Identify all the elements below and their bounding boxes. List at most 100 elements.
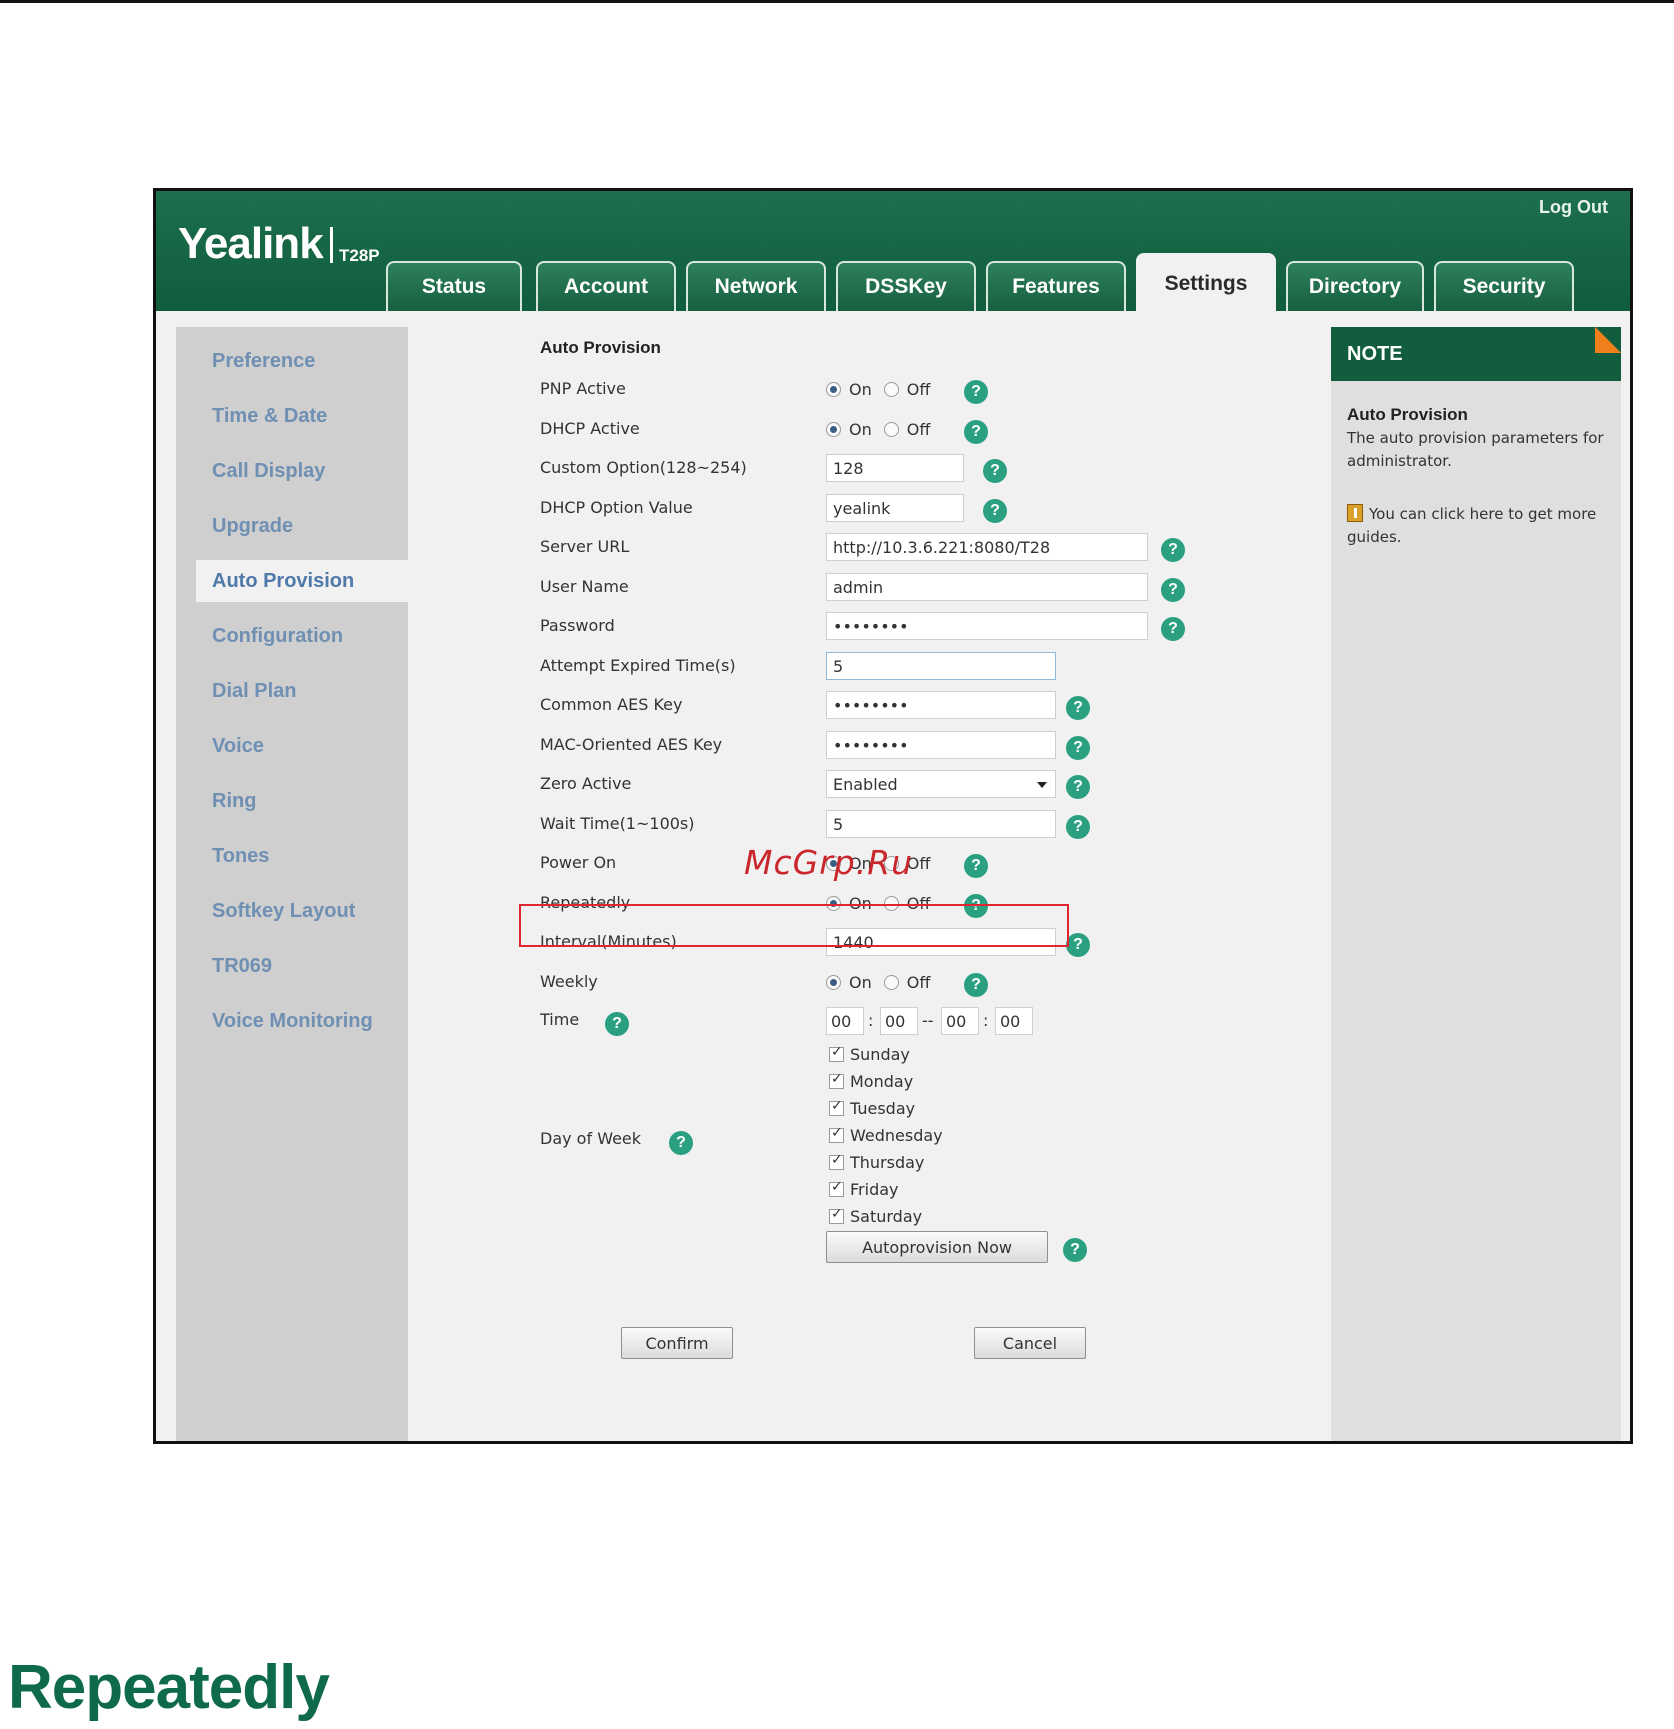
tab-features[interactable]: Features [986,261,1126,311]
attempt-expired-input[interactable]: 5 [826,652,1056,680]
power-on-highlight-box [519,904,1069,947]
sidebar-item-voice[interactable]: Voice [176,725,408,767]
mac-aes-key-input[interactable]: •••••••• [826,731,1056,759]
sidebar-item-tones[interactable]: Tones [176,835,408,877]
day-of-week-label: Day of Week [540,1129,642,1148]
tab-security[interactable]: Security [1434,261,1574,311]
power-on-label: Power On [540,853,617,872]
help-icon[interactable]: ? [605,1012,629,1036]
time-colon: : [868,1011,874,1030]
sidebar-item-ring[interactable]: Ring [176,780,408,822]
help-icon[interactable]: ? [964,854,988,878]
day-thursday: Thursday [829,1152,924,1172]
help-icon[interactable]: ? [1066,933,1090,957]
user-name-input[interactable]: admin [826,573,1148,601]
help-icon[interactable]: ? [1066,815,1090,839]
settings-sidebar: Preference Time & Date Call Display Upgr… [176,327,408,1441]
help-icon[interactable]: ? [1066,696,1090,720]
sidebar-item-dial-plan[interactable]: Dial Plan [176,670,408,712]
day-monday: Monday [829,1071,913,1091]
server-url-label: Server URL [540,537,630,556]
section-title: Auto Provision [540,338,661,357]
weekly-off-radio[interactable] [883,975,899,990]
help-icon[interactable]: ? [1066,736,1090,760]
password-input[interactable]: •••••••• [826,612,1148,640]
weekly-label: Weekly [540,972,598,991]
tab-directory[interactable]: Directory [1286,261,1424,311]
day-friday: Friday [829,1179,899,1199]
sidebar-item-voice-monitoring[interactable]: Voice Monitoring [176,1000,408,1042]
note-title: Auto Provision [1347,405,1468,424]
server-url-input[interactable]: http://10.3.6.221:8080/T28 [826,533,1148,561]
note-corner-fold [1595,327,1621,353]
sidebar-item-tr069[interactable]: TR069 [176,945,408,987]
password-label: Password [540,616,615,635]
common-aes-key-label: Common AES Key [540,695,683,714]
tab-network[interactable]: Network [686,261,826,311]
help-icon[interactable]: ? [1161,578,1185,602]
help-icon[interactable]: ? [1063,1238,1087,1262]
time-start-hour-input[interactable]: 00 [826,1007,864,1035]
sidebar-item-time-date[interactable]: Time & Date [176,395,408,437]
chevron-down-icon [1037,782,1047,788]
help-icon[interactable]: ? [669,1131,693,1155]
help-icon[interactable]: ? [983,499,1007,523]
help-icon[interactable]: ? [964,973,988,997]
dhcp-option-value-input[interactable]: yealink [826,494,964,522]
pnp-active-label: PNP Active [540,379,626,398]
monday-checkbox[interactable] [829,1071,844,1089]
thursday-checkbox[interactable] [829,1152,844,1170]
time-dash: -- [922,1011,934,1030]
time-start-minute-input[interactable]: 00 [880,1007,918,1035]
common-aes-key-input[interactable]: •••••••• [826,691,1056,719]
day-tuesday: Tuesday [829,1098,915,1118]
cancel-button[interactable]: Cancel [974,1327,1086,1359]
sidebar-item-preference[interactable]: Preference [176,340,408,382]
help-icon[interactable]: ? [1161,617,1185,641]
pnp-active-on-radio[interactable] [826,382,841,397]
zero-active-label: Zero Active [540,774,632,793]
yealink-web-ui-screenshot: Yealink T28P Log Out Status Account Netw… [153,188,1633,1444]
note-guide-link[interactable]: You can click here to get more guides. [1347,503,1611,549]
time-end-hour-input[interactable]: 00 [941,1007,979,1035]
zero-active-select[interactable]: Enabled [826,770,1056,798]
sidebar-item-auto-provision[interactable]: Auto Provision [196,560,408,602]
help-icon[interactable]: ? [983,459,1007,483]
watermark: McGrp.Ru [744,843,914,882]
wait-time-input[interactable]: 5 [826,810,1056,838]
pnp-active-radio-group: On Off [826,380,942,399]
tab-account[interactable]: Account [536,261,676,311]
tab-dsskey[interactable]: DSSKey [836,261,976,311]
dhcp-option-value-label: DHCP Option Value [540,498,693,517]
pnp-active-off-radio[interactable] [883,382,899,397]
dhcp-active-radio-group: On Off [826,420,942,439]
page-heading: Repeatedly [8,1653,330,1722]
wednesday-checkbox[interactable] [829,1125,844,1143]
day-saturday: Saturday [829,1206,922,1226]
tuesday-checkbox[interactable] [829,1098,844,1116]
saturday-checkbox[interactable] [829,1206,844,1224]
confirm-button[interactable]: Confirm [621,1327,733,1359]
time-colon: : [983,1011,989,1030]
custom-option-input[interactable]: 128 [826,454,964,482]
weekly-radio-group: On Off [826,973,942,992]
help-icon[interactable]: ? [1161,538,1185,562]
sidebar-item-configuration[interactable]: Configuration [176,615,408,657]
tab-settings[interactable]: Settings [1136,253,1276,313]
wait-time-label: Wait Time(1~100s) [540,814,695,833]
sidebar-item-call-display[interactable]: Call Display [176,450,408,492]
weekly-on-radio[interactable] [826,975,841,990]
sidebar-item-upgrade[interactable]: Upgrade [176,505,408,547]
sunday-checkbox[interactable] [829,1044,844,1062]
help-icon[interactable]: ? [1066,775,1090,799]
help-icon[interactable]: ? [964,420,988,444]
sidebar-item-softkey-layout[interactable]: Softkey Layout [176,890,408,932]
time-end-minute-input[interactable]: 00 [995,1007,1033,1035]
autoprovision-now-button[interactable]: Autoprovision Now [826,1231,1048,1263]
help-icon[interactable]: ? [964,380,988,404]
dhcp-active-off-radio[interactable] [883,422,899,437]
friday-checkbox[interactable] [829,1179,844,1197]
tab-status[interactable]: Status [386,261,522,311]
logout-link[interactable]: Log Out [1539,197,1608,218]
dhcp-active-on-radio[interactable] [826,422,841,437]
